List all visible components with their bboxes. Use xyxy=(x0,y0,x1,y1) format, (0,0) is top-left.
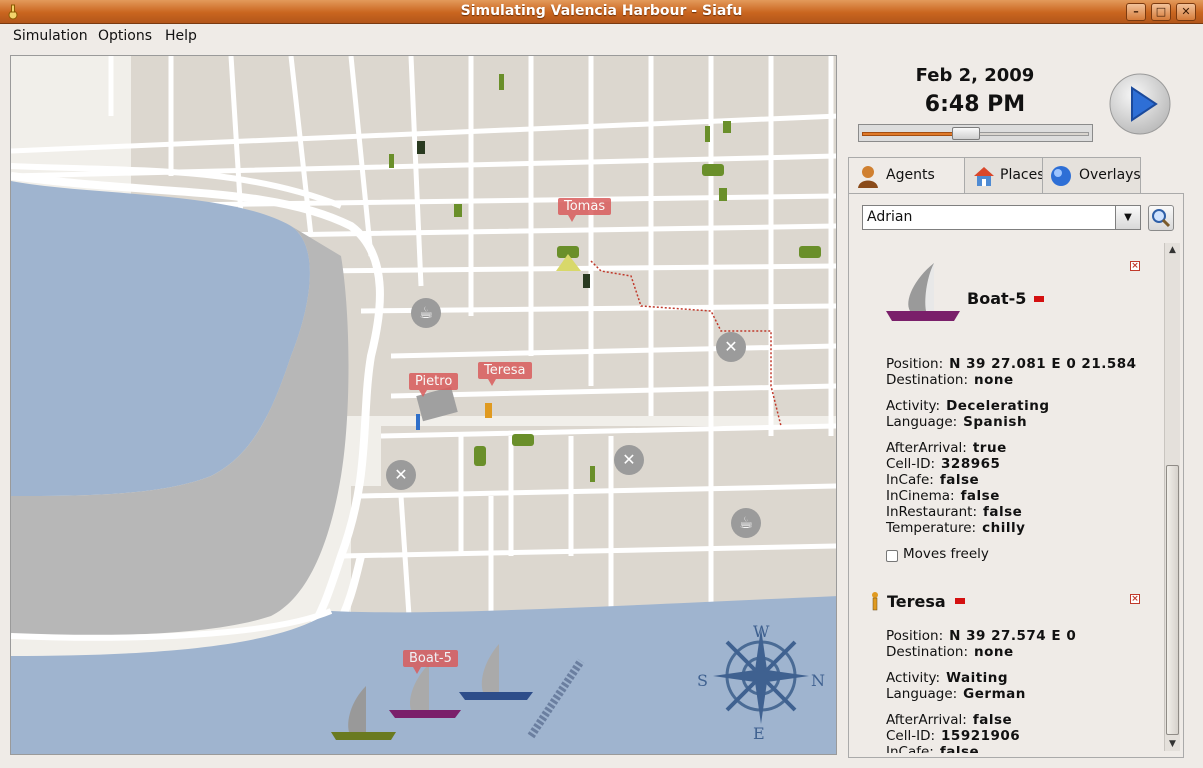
agent-incafe: InCafe: false xyxy=(886,472,980,488)
scroll-up-icon[interactable]: ▲ xyxy=(1165,243,1180,257)
map-label-boat5[interactable]: Boat-5 xyxy=(403,650,458,674)
agent-cellid: Cell-ID: 328965 xyxy=(886,456,1001,472)
agent-name: Teresa xyxy=(887,592,946,611)
close-icon[interactable]: × xyxy=(1130,261,1140,271)
person-icon xyxy=(417,141,425,154)
map-label-pietro[interactable]: Pietro xyxy=(409,373,459,397)
play-button[interactable] xyxy=(1108,72,1172,136)
moves-freely-checkbox[interactable] xyxy=(886,550,898,562)
menu-simulation[interactable]: Simulation xyxy=(13,28,88,44)
menu-help[interactable]: Help xyxy=(165,28,197,44)
person-icon xyxy=(723,121,731,133)
compass-s: S xyxy=(697,671,708,690)
tab-agents[interactable]: Agents xyxy=(848,157,965,194)
agent-afterarrival: AfterArrival: false xyxy=(886,712,1013,728)
title-bar: Simulating Valencia Harbour - Siafu – □ … xyxy=(0,0,1203,24)
person-icon xyxy=(872,592,878,611)
agent-activity: Activity: Decelerating xyxy=(886,398,1050,414)
moves-freely-label: Moves freely xyxy=(903,546,989,562)
chevron-down-icon[interactable]: ▼ xyxy=(1115,205,1141,230)
car-icon xyxy=(799,246,821,258)
map-label-tomas[interactable]: Tomas xyxy=(558,198,612,222)
tab-places[interactable]: Places xyxy=(964,157,1045,193)
agent-temperature: Temperature: chilly xyxy=(886,520,1026,536)
minimize-button[interactable]: – xyxy=(1126,3,1146,21)
agent-icon xyxy=(858,166,878,188)
search-icon xyxy=(1152,209,1171,228)
window-title: Simulating Valencia Harbour - Siafu xyxy=(460,3,743,19)
scroll-thumb[interactable] xyxy=(1166,465,1179,735)
maximize-button[interactable]: □ xyxy=(1151,3,1171,21)
sim-time: 6:48 PM xyxy=(924,92,1026,117)
agent-afterarrival: AfterArrival: true xyxy=(886,440,1007,456)
boat-icon xyxy=(459,644,533,700)
compass-e: E xyxy=(753,724,765,743)
compass-n: N xyxy=(811,671,825,690)
person-icon xyxy=(485,403,492,418)
person-icon xyxy=(583,274,590,288)
boat-icon xyxy=(389,664,461,718)
agent-selector-value[interactable]: Adrian xyxy=(862,205,1116,230)
person-icon xyxy=(705,126,710,142)
speed-slider[interactable] xyxy=(858,124,1093,142)
tab-bar: Agents Places Overlays xyxy=(848,157,1184,194)
close-button[interactable]: ✕ xyxy=(1176,3,1196,21)
person-icon xyxy=(590,466,595,482)
person-icon xyxy=(389,154,394,168)
agent-name: Boat-5 xyxy=(967,289,1027,308)
agent-list-scrollbar[interactable]: ▲ ▼ xyxy=(1164,243,1180,751)
status-badge xyxy=(955,598,965,604)
agent-inrestaurant: InRestaurant: false xyxy=(886,504,1023,520)
menu-options[interactable]: Options xyxy=(98,28,152,44)
car-icon xyxy=(702,164,724,176)
slider-thumb[interactable] xyxy=(952,127,980,140)
agent-language: Language: German xyxy=(886,686,1026,702)
agent-destination: Destination: none xyxy=(886,644,1014,660)
agent-cellid: Cell-ID: 15921906 xyxy=(886,728,1021,744)
person-icon xyxy=(499,74,504,90)
agent-destination: Destination: none xyxy=(886,372,1014,388)
agent-selector[interactable]: Adrian ▼ xyxy=(862,205,1141,230)
agent-incafe: InCafe: false xyxy=(886,744,980,753)
agent-activity: Activity: Waiting xyxy=(886,670,1009,686)
car-icon xyxy=(474,446,486,466)
search-button[interactable] xyxy=(1148,205,1174,231)
person-icon xyxy=(454,204,462,217)
simulation-map[interactable]: ☕ ✕ ✕ ✕ ☕ Tomas Pietro Teresa Boat-5 W S… xyxy=(10,55,837,755)
agent-position: Position: N 39 27.574 E 0 xyxy=(886,628,1077,644)
agent-incinema: InCinema: false xyxy=(886,488,1000,504)
menu-bar: Simulation Options Help xyxy=(0,24,1203,48)
globe-icon xyxy=(1051,166,1071,186)
car-icon xyxy=(512,434,534,446)
boat-icon xyxy=(886,263,960,321)
close-icon[interactable]: × xyxy=(1130,594,1140,604)
boat-icon xyxy=(331,686,396,740)
sim-date: Feb 2, 2009 xyxy=(915,65,1035,86)
agent-position: Position: N 39 27.081 E 0 21.584 xyxy=(886,356,1137,372)
house-icon xyxy=(974,167,994,186)
status-badge xyxy=(1034,296,1044,302)
compass-w: W xyxy=(753,622,770,641)
scroll-down-icon[interactable]: ▼ xyxy=(1165,737,1180,751)
person-icon xyxy=(719,188,727,201)
person-icon xyxy=(416,414,420,430)
agent-language: Language: Spanish xyxy=(886,414,1028,430)
agent-list: Boat-5 × Position: N 39 27.081 E 0 21.584… xyxy=(856,243,1156,753)
map-label-teresa[interactable]: Teresa xyxy=(478,362,532,386)
tab-overlays[interactable]: Overlays xyxy=(1042,157,1141,193)
